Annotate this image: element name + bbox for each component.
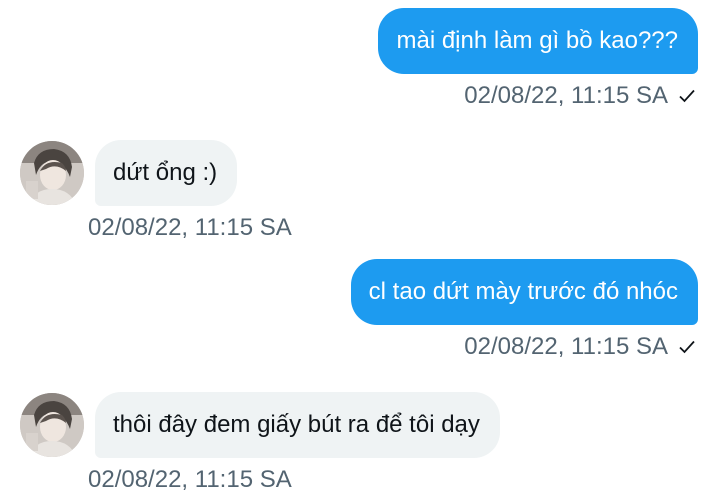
message-bubble-received[interactable]: thôi đây đem giấy bút ra để tôi dạy [95, 392, 500, 458]
avatar[interactable] [20, 393, 84, 457]
timestamp-text: 02/08/22, 11:15 SA [88, 214, 292, 241]
chat-conversation: mài định làm gì bồ kao??? 02/08/22, 11:1… [0, 0, 720, 503]
message-bubble-sent[interactable]: mài định làm gì bồ kao??? [378, 8, 698, 74]
check-icon [679, 89, 695, 103]
timestamp-text: 02/08/22, 11:15 SA [464, 82, 668, 109]
message-bubble-sent[interactable]: cl tao dứt mày trước đó nhóc [350, 259, 698, 325]
message-timestamp: 02/08/22, 11:15 SA [464, 81, 696, 111]
message-timestamp: 02/08/22, 11:15 SA [464, 332, 696, 362]
timestamp-text: 02/08/22, 11:15 SA [88, 466, 292, 493]
timestamp-text: 02/08/22, 11:15 SA [464, 333, 668, 360]
message-timestamp: 02/08/22, 11:15 SA [88, 465, 292, 495]
check-icon [679, 340, 695, 354]
message-bubble-received[interactable]: dứt ổng :) [95, 140, 238, 206]
message-timestamp: 02/08/22, 11:15 SA [88, 213, 292, 243]
avatar[interactable] [20, 141, 84, 205]
